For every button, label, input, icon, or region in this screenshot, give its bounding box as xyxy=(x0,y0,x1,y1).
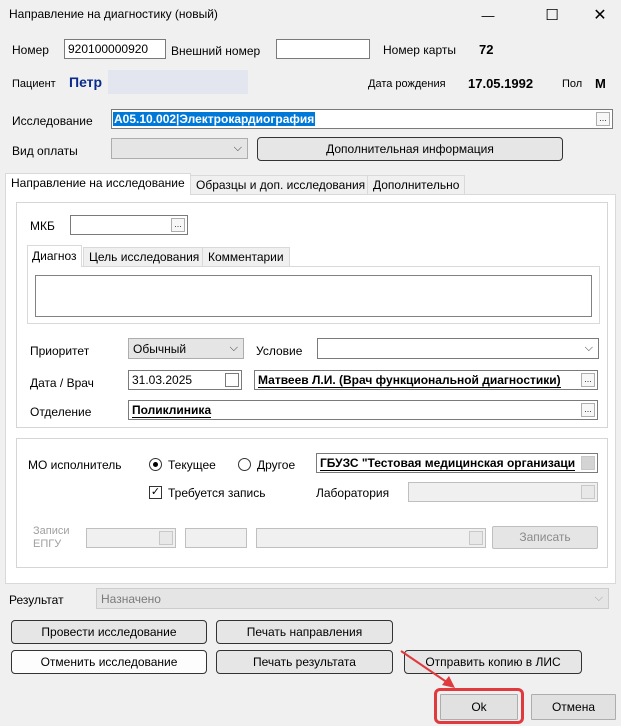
chevron-down-icon: ⌵ xyxy=(229,342,238,354)
minimize-button[interactable]: — xyxy=(468,0,508,30)
department-value: Поликлиника xyxy=(132,403,212,418)
minimize-icon: — xyxy=(481,7,495,23)
result-value: Назначено xyxy=(101,592,161,606)
payment-select[interactable]: ⌵ xyxy=(111,138,248,159)
card-number-value: 72 xyxy=(479,42,494,57)
record-required-label: Требуется запись xyxy=(168,486,266,500)
tab-referral[interactable]: Направление на исследование xyxy=(5,173,191,195)
subtab-diagnosis[interactable]: Диагноз xyxy=(27,245,82,267)
diagnosis-textarea[interactable] xyxy=(35,275,592,317)
org-value: ГБУЗС "Тестовая медицинская организаци xyxy=(320,456,576,471)
sex-label: Пол xyxy=(562,78,583,90)
radio-other-label: Другое xyxy=(257,458,296,472)
lab-browse-button[interactable] xyxy=(581,485,595,499)
calendar-icon[interactable] xyxy=(225,373,239,387)
date-field[interactable]: 31.03.2025 xyxy=(128,370,242,390)
org-browse-button[interactable] xyxy=(581,456,595,470)
maximize-icon: ☐ xyxy=(545,7,559,24)
condition-select[interactable]: ⌵ xyxy=(317,338,599,359)
result-select[interactable]: Назначено ⌵ xyxy=(96,588,609,609)
lab-field[interactable] xyxy=(408,482,598,502)
study-field[interactable]: A05.10.002|Электрокардиография ... xyxy=(111,109,613,129)
epgu-label-2: ЕПГУ xyxy=(33,538,62,550)
conduct-study-button[interactable]: Провести исследование xyxy=(11,620,207,644)
radio-current-label: Текущее xyxy=(168,458,216,472)
priority-label: Приоритет xyxy=(30,344,90,358)
birth-date-value: 17.05.1992 xyxy=(468,76,534,91)
epgu-label-1: Записи xyxy=(33,525,70,537)
patient-name-redaction xyxy=(108,70,248,94)
priority-value: Обычный xyxy=(133,342,187,356)
doctor-value: Матвеев Л.И. (Врач функциональной диагно… xyxy=(258,373,561,388)
doctor-browse-button[interactable]: ... xyxy=(581,373,595,387)
patient-name-link[interactable]: Петр xyxy=(69,74,102,90)
org-field[interactable]: ГБУЗС "Тестовая медицинская организаци xyxy=(316,453,598,473)
tab-samples[interactable]: Образцы и доп. исследования xyxy=(190,175,372,195)
study-value: A05.10.002|Электрокардиография xyxy=(113,112,316,126)
external-number-label: Внешний номер xyxy=(171,44,261,58)
epgu-slot-button[interactable] xyxy=(159,531,173,545)
card-number-label: Номер карты xyxy=(383,43,456,57)
study-label: Исследование xyxy=(12,114,93,128)
window-title: Направление на диагностику (новый) xyxy=(9,7,218,21)
result-label: Результат xyxy=(9,593,64,607)
sex-value: М xyxy=(595,76,606,91)
epgu-slot-field[interactable] xyxy=(86,528,176,548)
mkb-label: МКБ xyxy=(30,219,55,233)
doctor-field[interactable]: Матвеев Л.И. (Врач функциональной диагно… xyxy=(254,370,598,390)
department-field[interactable]: Поликлиника ... xyxy=(128,400,598,420)
department-label: Отделение xyxy=(30,405,92,419)
epgu-info-button[interactable] xyxy=(469,531,483,545)
record-button[interactable]: Записать xyxy=(492,526,598,549)
number-label: Номер xyxy=(12,43,49,57)
cancel-study-button[interactable]: Отменить исследование xyxy=(11,650,207,674)
epgu-time-field[interactable] xyxy=(185,528,247,548)
department-browse-button[interactable]: ... xyxy=(581,403,595,417)
lab-label: Лаборатория xyxy=(316,486,390,500)
tab-additional[interactable]: Дополнительно xyxy=(367,175,466,195)
print-result-button[interactable]: Печать результата xyxy=(216,650,393,674)
chevron-down-icon: ⌵ xyxy=(584,342,593,354)
external-number-field[interactable] xyxy=(276,39,370,59)
patient-label: Пациент xyxy=(12,78,56,90)
chevron-down-icon: ⌵ xyxy=(233,142,242,154)
annotation-arrow-icon xyxy=(400,650,455,688)
payment-label: Вид оплаты xyxy=(12,144,78,158)
print-referral-button[interactable]: Печать направления xyxy=(216,620,393,644)
birth-date-label: Дата рождения xyxy=(368,78,446,90)
date-value: 31.03.2025 xyxy=(132,373,193,387)
mkb-browse-button[interactable]: ... xyxy=(171,218,185,232)
subtab-purpose[interactable]: Цель исследования xyxy=(83,247,206,267)
study-browse-button[interactable]: ... xyxy=(596,112,610,126)
extra-info-button[interactable]: Дополнительная информация xyxy=(257,137,563,161)
record-required-checkbox[interactable]: ✓ xyxy=(149,486,162,499)
executor-label: МО исполнитель xyxy=(28,458,122,472)
mkb-field[interactable]: ... xyxy=(70,215,188,235)
subtab-comments[interactable]: Комментарии xyxy=(202,247,290,267)
close-icon: ✕ xyxy=(593,7,607,24)
cancel-button[interactable]: Отмена xyxy=(531,694,616,720)
maximize-button[interactable]: ☐ xyxy=(532,0,572,30)
priority-select[interactable]: Обычный ⌵ xyxy=(128,338,244,359)
date-doctor-label: Дата / Врач xyxy=(30,376,94,390)
chevron-down-icon: ⌵ xyxy=(594,592,603,604)
epgu-info-field[interactable] xyxy=(256,528,486,548)
condition-label: Условие xyxy=(256,344,303,358)
radio-other[interactable] xyxy=(238,458,251,471)
number-field[interactable]: 920100000920 xyxy=(64,39,166,59)
close-button[interactable]: ✕ xyxy=(580,0,620,30)
radio-current[interactable] xyxy=(149,458,162,471)
